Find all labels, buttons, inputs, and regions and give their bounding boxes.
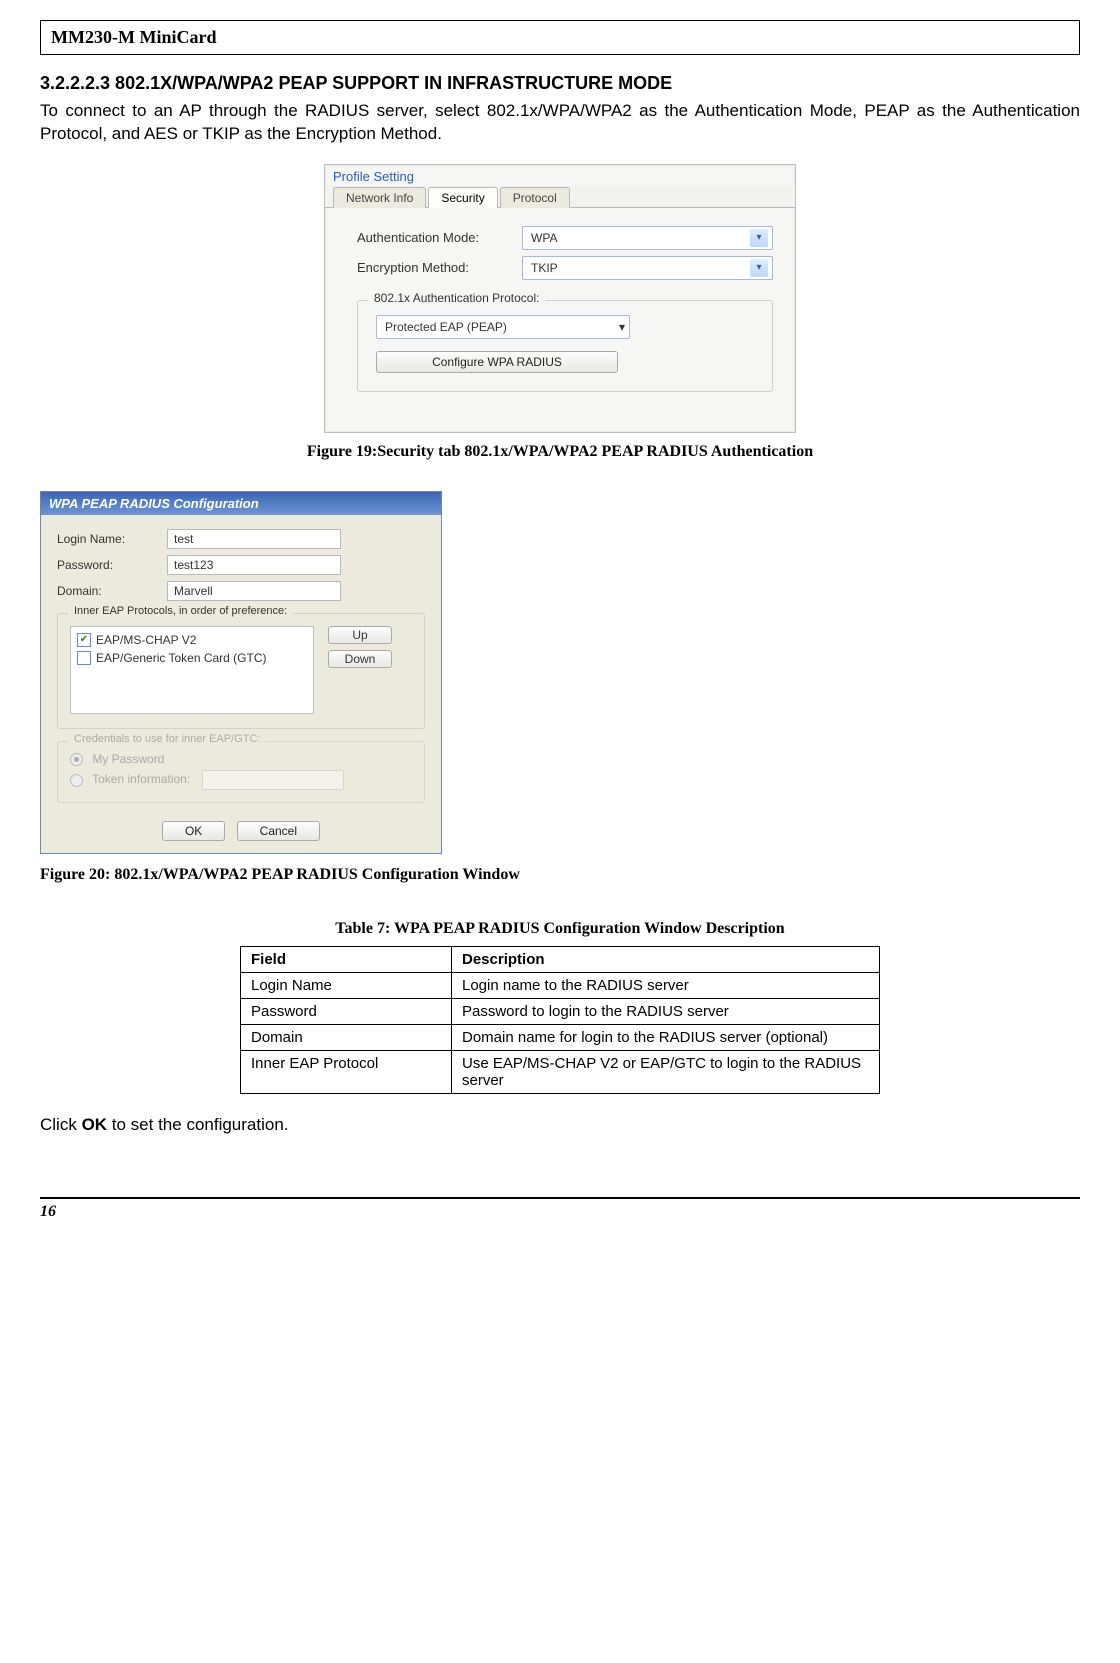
tab-security[interactable]: Security <box>428 187 497 208</box>
table-row: Login Name Login name to the RADIUS serv… <box>241 973 880 999</box>
login-name-input[interactable]: test <box>167 529 341 549</box>
table-cell: Password to login to the RADIUS server <box>452 999 880 1025</box>
tab-network-info[interactable]: Network Info <box>333 187 426 208</box>
table-cell: Use EAP/MS-CHAP V2 or EAP/GTC to login t… <box>452 1051 880 1094</box>
encryption-label: Encryption Method: <box>357 260 522 275</box>
auth-protocol-legend: 802.1x Authentication Protocol: <box>368 291 545 305</box>
auth-protocol-dropdown[interactable]: Protected EAP (PEAP) ▾ <box>376 315 630 339</box>
table-cell: Login name to the RADIUS server <box>452 973 880 999</box>
login-name-label: Login Name: <box>57 532 167 546</box>
radius-dialog-title: WPA PEAP RADIUS Configuration <box>41 492 441 515</box>
closing-post: to set the configuration. <box>107 1115 288 1134</box>
figure-20-caption: Figure 20: 802.1x/WPA/WPA2 PEAP RADIUS C… <box>40 866 1080 884</box>
cred-option-token: Token information: <box>70 770 412 790</box>
encryption-value: TKIP <box>531 261 558 275</box>
table-cell: Domain <box>241 1025 452 1051</box>
domain-label: Domain: <box>57 584 167 598</box>
cred-option-my-password: My Password <box>70 752 412 766</box>
domain-value: Marvell <box>174 584 213 598</box>
inner-eap-group: Inner EAP Protocols, in order of prefere… <box>57 613 425 729</box>
encryption-dropdown[interactable]: TKIP ▾ <box>522 256 773 280</box>
password-label: Password: <box>57 558 167 572</box>
cred-option-label: My Password <box>92 752 164 766</box>
table-cell: Inner EAP Protocol <box>241 1051 452 1094</box>
table-cell: Password <box>241 999 452 1025</box>
token-input-disabled <box>202 770 344 790</box>
closing-pre: Click <box>40 1115 82 1134</box>
tab-protocol[interactable]: Protocol <box>500 187 570 208</box>
section-paragraph: To connect to an AP through the RADIUS s… <box>40 100 1080 146</box>
table-header-field: Field <box>241 947 452 973</box>
auth-mode-dropdown[interactable]: WPA ▾ <box>522 226 773 250</box>
list-item[interactable]: EAP/Generic Token Card (GTC) <box>77 649 307 667</box>
down-button[interactable]: Down <box>328 650 392 668</box>
inner-eap-legend: Inner EAP Protocols, in order of prefere… <box>68 605 293 617</box>
header-title: MM230-M MiniCard <box>51 27 216 47</box>
auth-mode-label: Authentication Mode: <box>357 230 522 245</box>
ok-button[interactable]: OK <box>162 821 225 841</box>
configure-wpa-radius-button[interactable]: Configure WPA RADIUS <box>376 351 618 373</box>
table-row: Domain Domain name for login to the RADI… <box>241 1025 880 1051</box>
tabs: Network Info Security Protocol <box>325 186 795 208</box>
profile-title: Profile Setting <box>325 165 795 186</box>
closing-text: Click OK to set the configuration. <box>40 1114 1080 1137</box>
list-item[interactable]: ✔ EAP/MS-CHAP V2 <box>77 631 307 649</box>
chevron-down-icon: ▾ <box>750 259 768 277</box>
radio-selected-icon <box>70 753 83 766</box>
up-button[interactable]: Up <box>328 626 392 644</box>
table-header-row: Field Description <box>241 947 880 973</box>
credentials-group: Credentials to use for inner EAP/GTC: My… <box>57 741 425 803</box>
list-item-label: EAP/Generic Token Card (GTC) <box>96 649 267 667</box>
inner-eap-listbox[interactable]: ✔ EAP/MS-CHAP V2 EAP/Generic Token Card … <box>70 626 314 714</box>
closing-bold: OK <box>82 1115 108 1134</box>
password-input[interactable]: test123 <box>167 555 341 575</box>
section-heading: 3.2.2.2.3 802.1X/WPA/WPA2 PEAP SUPPORT I… <box>40 73 1080 94</box>
radius-config-dialog: WPA PEAP RADIUS Configuration Login Name… <box>40 491 442 854</box>
auth-mode-value: WPA <box>531 231 557 245</box>
figure-19-caption: Figure 19:Security tab 802.1x/WPA/WPA2 P… <box>40 443 1080 461</box>
table-row: Inner EAP Protocol Use EAP/MS-CHAP V2 or… <box>241 1051 880 1094</box>
checkbox-checked-icon[interactable]: ✔ <box>77 633 91 647</box>
auth-protocol-group: 802.1x Authentication Protocol: Protecte… <box>357 300 773 392</box>
radio-icon <box>70 774 83 787</box>
cred-option-label: Token information: <box>92 772 190 786</box>
table-row: Password Password to login to the RADIUS… <box>241 999 880 1025</box>
description-table: Field Description Login Name Login name … <box>240 946 880 1094</box>
profile-setting-dialog: Profile Setting Network Info Security Pr… <box>324 164 796 433</box>
table-header-desc: Description <box>452 947 880 973</box>
password-value: test123 <box>174 558 213 572</box>
table-cell: Domain name for login to the RADIUS serv… <box>452 1025 880 1051</box>
login-name-value: test <box>174 532 193 546</box>
auth-protocol-value: Protected EAP (PEAP) <box>385 320 507 334</box>
cancel-button[interactable]: Cancel <box>237 821 320 841</box>
footer: 16 <box>40 1197 1080 1221</box>
table-cell: Login Name <box>241 973 452 999</box>
list-item-label: EAP/MS-CHAP V2 <box>96 631 196 649</box>
chevron-down-icon: ▾ <box>619 320 625 334</box>
table-7-caption: Table 7: WPA PEAP RADIUS Configuration W… <box>40 920 1080 938</box>
checkbox-icon[interactable] <box>77 651 91 665</box>
page-number: 16 <box>40 1203 56 1220</box>
chevron-down-icon: ▾ <box>750 229 768 247</box>
domain-input[interactable]: Marvell <box>167 581 341 601</box>
credentials-legend: Credentials to use for inner EAP/GTC: <box>68 733 266 745</box>
page-header: MM230-M MiniCard <box>40 20 1080 55</box>
